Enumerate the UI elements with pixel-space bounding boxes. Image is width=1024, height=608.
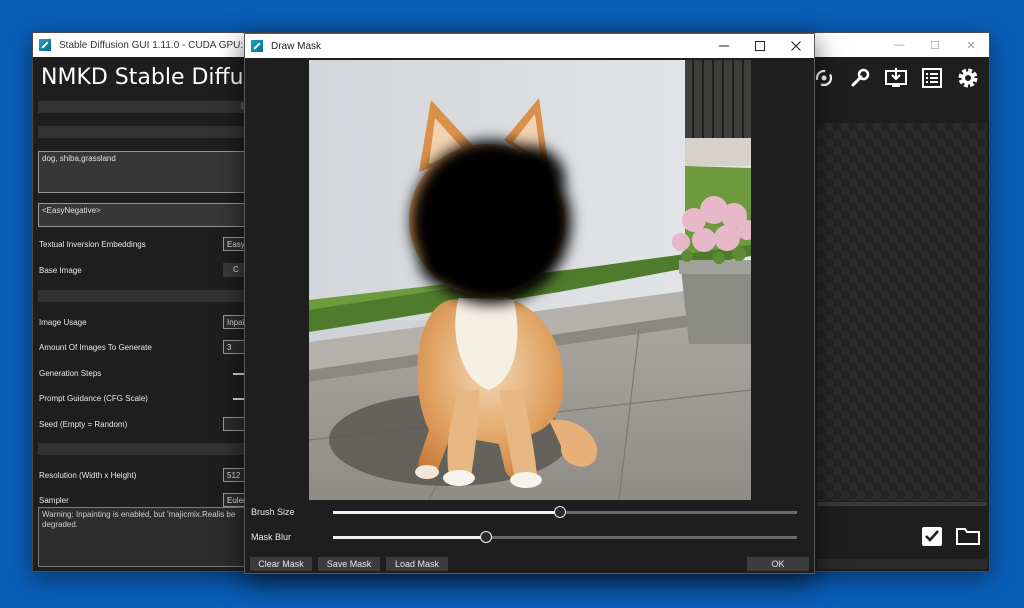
maximize-icon[interactable]: ☐ [917,33,953,57]
folder-icon[interactable] [953,521,983,551]
load-mask-button[interactable]: Load Mask [386,557,448,571]
gear-icon[interactable] [951,63,985,93]
minimize-icon[interactable] [706,34,742,58]
bottom-toolbar [917,521,983,551]
section-bar [38,126,253,138]
cfg-label: Prompt Guidance (CFG Scale) [39,394,148,403]
mask-canvas[interactable] [309,60,751,500]
app-heading: NMKD Stable Diffus [41,65,256,90]
maximize-icon[interactable] [742,34,778,58]
steps-label: Generation Steps [39,369,102,378]
mask-titlebar: Draw Mask [245,34,814,58]
close-icon[interactable] [778,34,814,58]
app-icon [39,39,51,51]
amount-label: Amount Of Images To Generate [39,343,152,352]
prompt-input[interactable]: dog, shiba,grassland [38,151,253,193]
image-usage-label: Image Usage [39,318,87,327]
mask-blur-label: Mask Blur [251,532,292,542]
toolbar [807,63,985,93]
top-bar-glyph: I [241,102,244,111]
ok-button[interactable]: OK [747,557,809,571]
mask-blur-thumb[interactable] [480,531,493,543]
list-icon[interactable] [915,63,949,93]
sampler-label: Sampler [39,496,69,505]
close-icon[interactable]: ✕ [953,33,989,57]
clear-mask-button[interactable]: Clear Mask [250,557,312,571]
brush-size-label: Brush Size [251,507,295,517]
brush-size-slider[interactable] [333,506,797,518]
minimize-icon[interactable]: — [881,33,917,57]
seed-label: Seed (Empty = Random) [39,420,128,429]
download-icon[interactable] [879,63,913,93]
section-bar-2 [38,290,253,302]
base-image-label: Base Image [39,266,82,275]
resolution-label: Resolution (Width x Height) [39,471,137,480]
mask-blur-slider[interactable] [333,531,797,543]
brush-size-fill [333,511,561,514]
mask-blur-fill [333,536,487,539]
textual-inversion-label: Textual Inversion Embeddings [39,240,146,249]
status-strip [817,559,987,569]
save-mask-button[interactable]: Save Mask [318,557,380,571]
progress-bar [817,502,987,506]
negative-prompt-input[interactable]: <EasyNegative> [38,203,253,227]
checkbox-icon[interactable] [917,521,947,551]
wrench-icon[interactable] [843,63,877,93]
main-window-controls: — ☐ ✕ [881,33,989,57]
preview-panel [817,123,987,501]
top-bar [38,101,253,113]
mask-dialog-title: Draw Mask [271,40,322,52]
warning-log: Warning: Inpainting is enabled, but 'maj… [38,507,253,567]
mask-window-controls [706,34,814,58]
mask-app-icon [251,40,263,52]
draw-mask-dialog: Draw Mask Brush Size Mask Blur Clear Mas… [244,33,815,574]
section-bar-3 [38,443,253,455]
brush-size-thumb[interactable] [554,506,567,518]
main-window-title: Stable Diffusion GUI 1.11.0 - CUDA GPU: … [59,39,263,51]
